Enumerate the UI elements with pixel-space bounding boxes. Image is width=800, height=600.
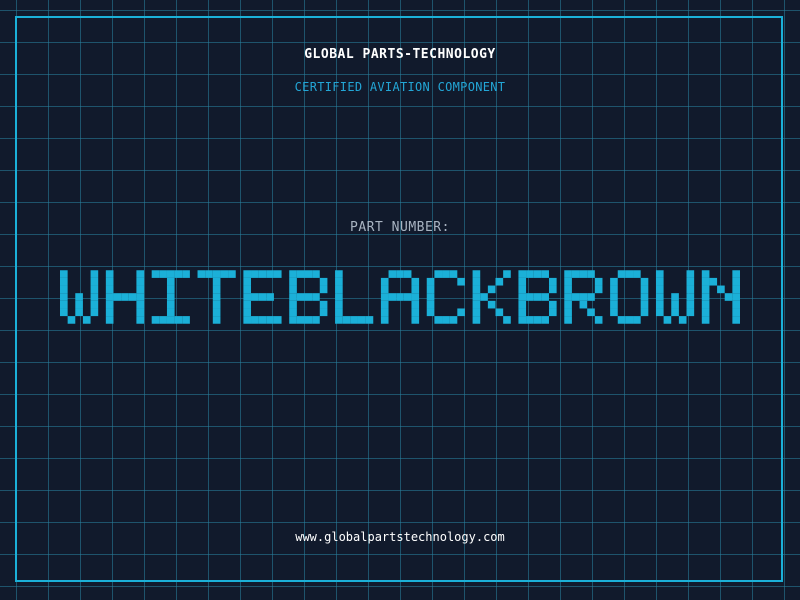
company-name: GLOBAL PARTS-TECHNOLOGY	[304, 47, 496, 62]
website-url: www.globalpartstechnology.com	[295, 530, 505, 544]
pixel-glyph-b	[289, 270, 328, 324]
part-number-value	[0, 262, 800, 332]
pixel-glyph-n	[701, 270, 740, 324]
part-number-label: PART NUMBER:	[350, 220, 450, 235]
pixel-glyph-k	[472, 270, 511, 324]
pixel-glyph-w	[655, 270, 695, 324]
component-tagline: CERTIFIED AVIATION COMPONENT	[294, 80, 506, 94]
pixel-glyph-r	[564, 270, 603, 324]
pixel-glyph-t	[197, 270, 236, 324]
pixel-glyph-o	[610, 270, 649, 324]
pixel-part-number	[60, 270, 740, 324]
pixel-glyphs	[60, 270, 740, 324]
pixel-glyph-e	[243, 270, 282, 324]
pixel-glyph-h	[105, 270, 145, 324]
pixel-glyph-b	[518, 270, 557, 324]
pixel-glyph-l	[335, 270, 374, 324]
pixel-glyph-i	[151, 270, 190, 324]
pixel-glyph-c	[426, 270, 465, 324]
pixel-glyph-w	[60, 270, 99, 324]
certificate-canvas: GLOBAL PARTS-TECHNOLOGY CERTIFIED AVIATI…	[0, 0, 800, 600]
pixel-glyph-a	[380, 270, 420, 324]
